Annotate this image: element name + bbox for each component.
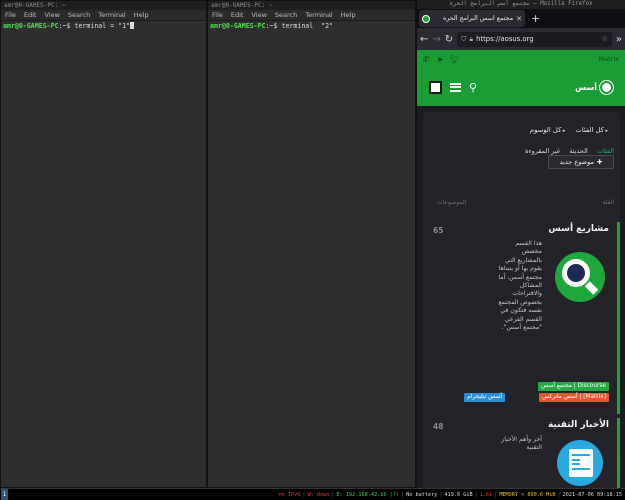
- terminal-window-2[interactable]: amr@0-GAMES-PC: ~ File Edit View Search …: [207, 0, 416, 488]
- shield-icon[interactable]: ⛉: [461, 35, 466, 44]
- url-text: https://aosus.org: [476, 35, 534, 43]
- forward-arrow-icon[interactable]: →: [432, 34, 440, 45]
- ipv6-status: no IPv6: [278, 491, 301, 498]
- filter-dropdowns: كل الوسوم كل الفئات: [423, 126, 620, 134]
- terminal-menubar: File Edit View Search Terminal Help: [208, 10, 415, 21]
- subcategory-matrix[interactable]: أسس ماتركس | [Matrix]: [539, 393, 609, 402]
- terminal-content[interactable]: amr@0-GAMES-PC:~$ terminal "2": [208, 21, 415, 31]
- menu-terminal[interactable]: Terminal: [98, 10, 125, 20]
- topics-column-header: الموضوعات: [437, 199, 467, 206]
- site-favicon-icon: [422, 14, 430, 23]
- category-description: آخر وأهم الأخبار التقنية: [501, 436, 542, 452]
- menu-search[interactable]: Search: [275, 10, 297, 20]
- qr-logo-icon[interactable]: [429, 80, 442, 94]
- navigation-bar: ← → ↻ ⛉ 🔒︎ https://aosus.org ☆ »: [417, 28, 625, 50]
- load-status: 1.61: [479, 491, 493, 498]
- new-tab-button[interactable]: +: [531, 12, 540, 25]
- tags-filter-dropdown[interactable]: كل الوسوم: [530, 126, 566, 134]
- command-text: terminal "2": [281, 22, 334, 30]
- search-icon[interactable]: ⚲: [469, 81, 477, 94]
- bookmark-star-icon[interactable]: ☆: [602, 35, 608, 43]
- close-tab-icon[interactable]: ✕: [516, 15, 522, 23]
- category-title[interactable]: الأخبار التقنية: [548, 420, 609, 430]
- firefox-window: مجتمع أسس البرامج الحرة — Mozilla Firefo…: [416, 0, 625, 488]
- site-header: ⚲ أسس: [417, 68, 625, 106]
- category-column-header: الفئة: [602, 199, 614, 206]
- tab-latest[interactable]: الحديثة: [569, 147, 588, 155]
- browser-tab[interactable]: مجتمع أسس البرامج الحره ✕: [419, 10, 525, 27]
- site-brand[interactable]: أسس: [575, 80, 613, 94]
- tab-strip: مجتمع أسس البرامج الحره ✕ +: [417, 9, 625, 28]
- column-headers: الموضوعات الفئة: [437, 199, 614, 206]
- plus-icon: ✚: [596, 158, 603, 166]
- window-title: مجتمع أسس البرامج الحرة — Mozilla Firefo…: [417, 0, 625, 9]
- brand-name: أسس: [575, 82, 597, 92]
- categories-panel: كل الوسوم كل الفئات غير المقروءة الحديثة…: [423, 112, 620, 488]
- url-bar[interactable]: ⛉ 🔒︎ https://aosus.org ☆: [457, 31, 612, 47]
- telegram-icon[interactable]: ➤: [437, 55, 444, 64]
- page-content: كل الوسوم كل الفئات غير المقروءة الحديثة…: [417, 106, 625, 488]
- menu-edit[interactable]: Edit: [231, 10, 244, 20]
- status-bar: 1 no IPv6 | W: down | E: 192.168.42.16 (?)…: [0, 488, 625, 500]
- wifi-status: W: down: [307, 491, 330, 498]
- status-line: no IPv6 | W: down | E: 192.168.42.16 (?) | …: [278, 491, 623, 498]
- menu-search[interactable]: Search: [68, 10, 90, 20]
- nav-tabs: غير المقروءة الحديثة الفئات: [423, 147, 620, 155]
- menu-view[interactable]: View: [44, 10, 59, 20]
- workspace-button[interactable]: 1: [1, 489, 8, 500]
- categories-filter-dropdown[interactable]: كل الفئات: [575, 126, 608, 134]
- aosus-projects-logo-icon: [555, 252, 605, 302]
- prompt-user: amr@0-GAMES-PC: [210, 22, 266, 30]
- ethernet-status: E: 192.168.42.16 (?): [336, 491, 399, 498]
- prompt-path: :~$: [58, 22, 75, 30]
- topic-count: 48: [433, 422, 444, 431]
- menu-edit[interactable]: Edit: [24, 10, 37, 20]
- command-text: terminal = "1": [74, 22, 131, 30]
- topic-count: 65: [433, 226, 444, 235]
- battery-status: No battery: [406, 491, 438, 498]
- terminal-content[interactable]: amr@0-GAMES-PC:~$ terminal = "1": [1, 21, 206, 31]
- category-title[interactable]: مشاريع أسس: [548, 224, 609, 234]
- reload-icon[interactable]: ↻: [445, 34, 453, 45]
- menu-terminal[interactable]: Terminal: [305, 10, 332, 20]
- clock: 2021-07-06 09:18:15: [562, 491, 622, 498]
- tab-categories[interactable]: الفئات: [597, 147, 614, 155]
- terminal-title: amr@0-GAMES-PC: ~: [1, 1, 206, 10]
- prompt-user: amr@0-GAMES-PC: [3, 22, 59, 30]
- whatsapp-icon[interactable]: ✆: [423, 55, 430, 64]
- menu-file[interactable]: File: [212, 10, 223, 20]
- prompt-path: :~$: [265, 22, 282, 30]
- terminal-menubar: File Edit View Search Terminal Help: [1, 10, 206, 21]
- category-description: هذا القسم مخصص بالمشاريع التي يقوم بها أ…: [498, 240, 542, 332]
- social-bar: ✆ ➤ 🐦︎ Matrix: [417, 50, 625, 68]
- menu-help[interactable]: Help: [341, 10, 356, 20]
- category-row[interactable]: الأخبار التقنية 48 آخر وأهم الأخبار التق…: [433, 418, 620, 488]
- menu-help[interactable]: Help: [134, 10, 149, 20]
- hamburger-menu-icon[interactable]: [450, 82, 461, 92]
- matrix-link[interactable]: Matrix: [599, 55, 619, 63]
- subcategory-discourse[interactable]: مجتمع أسس | Discourse: [538, 382, 609, 391]
- disk-status: 419.6 GiB: [444, 491, 473, 498]
- back-arrow-icon[interactable]: ←: [420, 34, 428, 45]
- terminal-window-1[interactable]: amr@0-GAMES-PC: ~ File Edit View Search …: [0, 0, 207, 488]
- category-row[interactable]: مشاريع أسس 65 هذا القسم مخصص بالمشاريع ا…: [433, 222, 620, 414]
- lock-icon[interactable]: 🔒︎: [469, 35, 473, 44]
- tab-unread[interactable]: غير المقروءة: [525, 147, 560, 155]
- overflow-menu-icon[interactable]: »: [616, 34, 622, 45]
- memory-status: MEMORY < 890.6 MiB: [499, 491, 556, 498]
- new-topic-button[interactable]: موضوع جديد ✚: [548, 155, 614, 169]
- new-topic-label: موضوع جديد: [559, 158, 594, 166]
- text-cursor: [130, 22, 135, 29]
- terminal-title: amr@0-GAMES-PC: ~: [208, 1, 415, 10]
- news-paper-icon: [557, 440, 603, 486]
- twitter-icon[interactable]: 🐦︎: [450, 55, 460, 64]
- menu-file[interactable]: File: [5, 10, 16, 20]
- subcategory-telegram[interactable]: أسس تيليجرام: [464, 393, 505, 402]
- aosus-logo-icon: [600, 80, 613, 94]
- menu-view[interactable]: View: [251, 10, 266, 20]
- tab-title: مجتمع أسس البرامج الحره: [443, 15, 514, 22]
